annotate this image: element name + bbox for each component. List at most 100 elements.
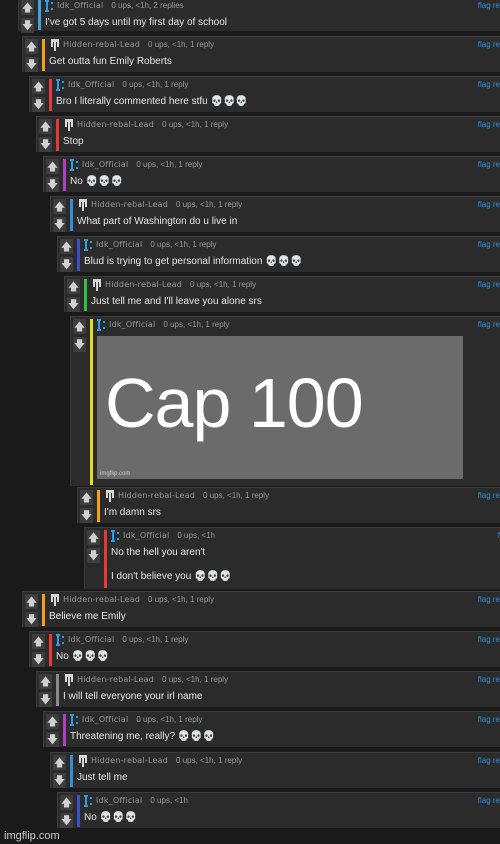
flag-report-link[interactable]: flag re xyxy=(478,237,500,253)
flag-report-link[interactable]: flag re xyxy=(478,277,500,293)
upvote-button[interactable]: 🡅 xyxy=(46,159,59,174)
user-icon-idk xyxy=(97,318,107,336)
flag-report-link[interactable]: flag re xyxy=(478,753,500,769)
downvote-button[interactable]: 🡇 xyxy=(87,548,100,563)
username[interactable]: Hidden-rebal-Lead xyxy=(63,595,140,604)
comment: 🡅 🡇 Hidden-rebal-Lead 0 ups, <1h, 1 reply f… xyxy=(77,487,500,523)
upvote-button[interactable]: 🡅 xyxy=(80,490,93,505)
username[interactable]: Idk_Official xyxy=(82,715,128,724)
comment-stats: 0 ups, <1h xyxy=(150,796,188,805)
downvote-button[interactable]: 🡇 xyxy=(39,137,52,152)
downvote-button[interactable]: 🡇 xyxy=(73,337,86,352)
username[interactable]: Idk_Official xyxy=(96,796,142,805)
flag-report-link[interactable]: flag re xyxy=(478,317,500,333)
downvote-button[interactable]: 🡇 xyxy=(39,692,52,707)
thread-color-bar xyxy=(38,0,41,30)
upvote-button[interactable]: 🡅 xyxy=(25,594,38,609)
downvote-button[interactable]: 🡇 xyxy=(32,97,45,112)
thread-color-bar xyxy=(42,39,45,71)
comment-text-line-2: I don't believe you 💀💀💀 xyxy=(111,571,232,582)
username[interactable]: Hidden-rebal-Lead xyxy=(118,491,195,500)
username[interactable]: Idk_Official xyxy=(57,1,103,10)
flag-report-link[interactable]: flag re xyxy=(478,632,500,648)
username[interactable]: Idk_Official xyxy=(123,531,169,540)
flag-report-link[interactable]: flag re xyxy=(478,712,500,728)
comment-stats: 0 ups, <1h, 1 reply xyxy=(150,240,217,249)
comment: 🡅 🡇 Idk_Official 0 ups, <1h, 1 reply flag r… xyxy=(57,236,500,272)
flag-report-link[interactable]: flag re xyxy=(478,117,500,133)
username[interactable]: Idk_Official xyxy=(68,80,114,89)
comment: 🡅 🡇 Idk_Official 0 ups, <1h, 1 reply flag r… xyxy=(29,631,500,667)
flag-report-link[interactable]: flag re xyxy=(478,0,500,14)
thread-color-bar xyxy=(70,199,73,231)
user-icon-hidden xyxy=(77,754,89,772)
flag-report-link[interactable]: flag re xyxy=(478,157,500,173)
downvote-button[interactable]: 🡇 xyxy=(60,257,73,272)
downvote-button[interactable]: 🡇 xyxy=(21,18,34,33)
upvote-button[interactable]: 🡅 xyxy=(21,0,34,15)
flag-report-link[interactable]: flag re xyxy=(478,197,500,213)
user-icon-hidden xyxy=(91,278,103,296)
comment: 🡅 🡇 Hidden-rebal-Lead 0 ups, <1h, 1 reply f… xyxy=(50,752,500,788)
downvote-button[interactable]: 🡇 xyxy=(25,57,38,72)
downvote-button[interactable]: 🡇 xyxy=(32,652,45,667)
upvote-button[interactable]: 🡅 xyxy=(39,119,52,134)
username[interactable]: Idk_Official xyxy=(68,635,114,644)
flag-report-link[interactable]: flag re xyxy=(478,672,500,688)
comment-stats: 0 ups, <1h, 1 reply xyxy=(136,715,203,724)
downvote-button[interactable]: 🡇 xyxy=(25,612,38,627)
username[interactable]: Idk_Official xyxy=(96,240,142,249)
thread-color-bar xyxy=(70,755,73,787)
upvote-button[interactable]: 🡅 xyxy=(39,674,52,689)
upvote-button[interactable]: 🡅 xyxy=(60,795,73,810)
comment-stats: 0 ups, <1h, 1 reply xyxy=(163,320,230,329)
upvote-button[interactable]: 🡅 xyxy=(32,634,45,649)
thread-color-bar xyxy=(90,319,93,485)
comment-text: Blud is trying to get personal informati… xyxy=(84,256,303,267)
comment-text: I'm damn srs xyxy=(104,507,161,518)
flag-report-link[interactable]: flag re xyxy=(478,793,500,809)
upvote-button[interactable]: 🡅 xyxy=(60,239,73,254)
comment-stats: 0 ups, <1h, 1 reply xyxy=(122,80,189,89)
username[interactable]: Hidden-rebal-Lead xyxy=(77,675,154,684)
comment-text: Just tell me and I'll leave you alone sr… xyxy=(91,296,262,307)
upvote-button[interactable]: 🡅 xyxy=(67,279,80,294)
username[interactable]: Hidden-rebal-Lead xyxy=(91,200,168,209)
comment-stats: 0 ups, <1h, 1 reply xyxy=(176,756,243,765)
username[interactable]: Hidden-rebal-Lead xyxy=(77,120,154,129)
user-icon-idk xyxy=(111,529,121,547)
thread-color-bar xyxy=(56,119,59,151)
downvote-button[interactable]: 🡇 xyxy=(53,773,66,788)
username[interactable]: Hidden-rebal-Lead xyxy=(91,756,168,765)
username[interactable]: Idk_Official xyxy=(82,160,128,169)
upvote-button[interactable]: 🡅 xyxy=(25,39,38,54)
upvote-button[interactable]: 🡅 xyxy=(53,755,66,770)
flag-report-link[interactable]: flag re xyxy=(478,77,500,93)
downvote-button[interactable]: 🡇 xyxy=(60,813,73,828)
user-icon-idk xyxy=(84,238,94,256)
upvote-button[interactable]: 🡅 xyxy=(87,530,100,545)
comment-stats: 0 ups, <1h, 1 reply xyxy=(203,491,270,500)
upvote-button[interactable]: 🡅 xyxy=(46,714,59,729)
thread-color-bar xyxy=(97,490,100,522)
upvote-button[interactable]: 🡅 xyxy=(73,319,86,334)
username[interactable]: Hidden-rebal-Lead xyxy=(105,280,182,289)
meme-image[interactable]: Cap 100 imgflip.com xyxy=(97,336,463,479)
thread-color-bar xyxy=(56,674,59,706)
flag-report-link[interactable]: flag re xyxy=(478,592,500,608)
downvote-button[interactable]: 🡇 xyxy=(67,297,80,312)
comment-text: What part of Washington do u live in xyxy=(77,216,238,227)
comment: 🡅 🡇 Idk_Official 0 ups, <1h flag re No 💀💀💀 xyxy=(57,792,500,828)
username[interactable]: Hidden-rebal-Lead xyxy=(63,40,140,49)
comment-text: Threatening me, really? 💀💀💀 xyxy=(70,731,216,742)
flag-report-link[interactable]: flag re xyxy=(478,488,500,504)
downvote-button[interactable]: 🡇 xyxy=(53,217,66,232)
username[interactable]: Idk_Official xyxy=(109,320,155,329)
downvote-button[interactable]: 🡇 xyxy=(80,508,93,523)
upvote-button[interactable]: 🡅 xyxy=(53,199,66,214)
downvote-button[interactable]: 🡇 xyxy=(46,732,59,747)
upvote-button[interactable]: 🡅 xyxy=(32,79,45,94)
comment-text: I will tell everyone your irl name xyxy=(63,691,203,702)
flag-report-link[interactable]: flag re xyxy=(478,37,500,53)
downvote-button[interactable]: 🡇 xyxy=(46,177,59,192)
